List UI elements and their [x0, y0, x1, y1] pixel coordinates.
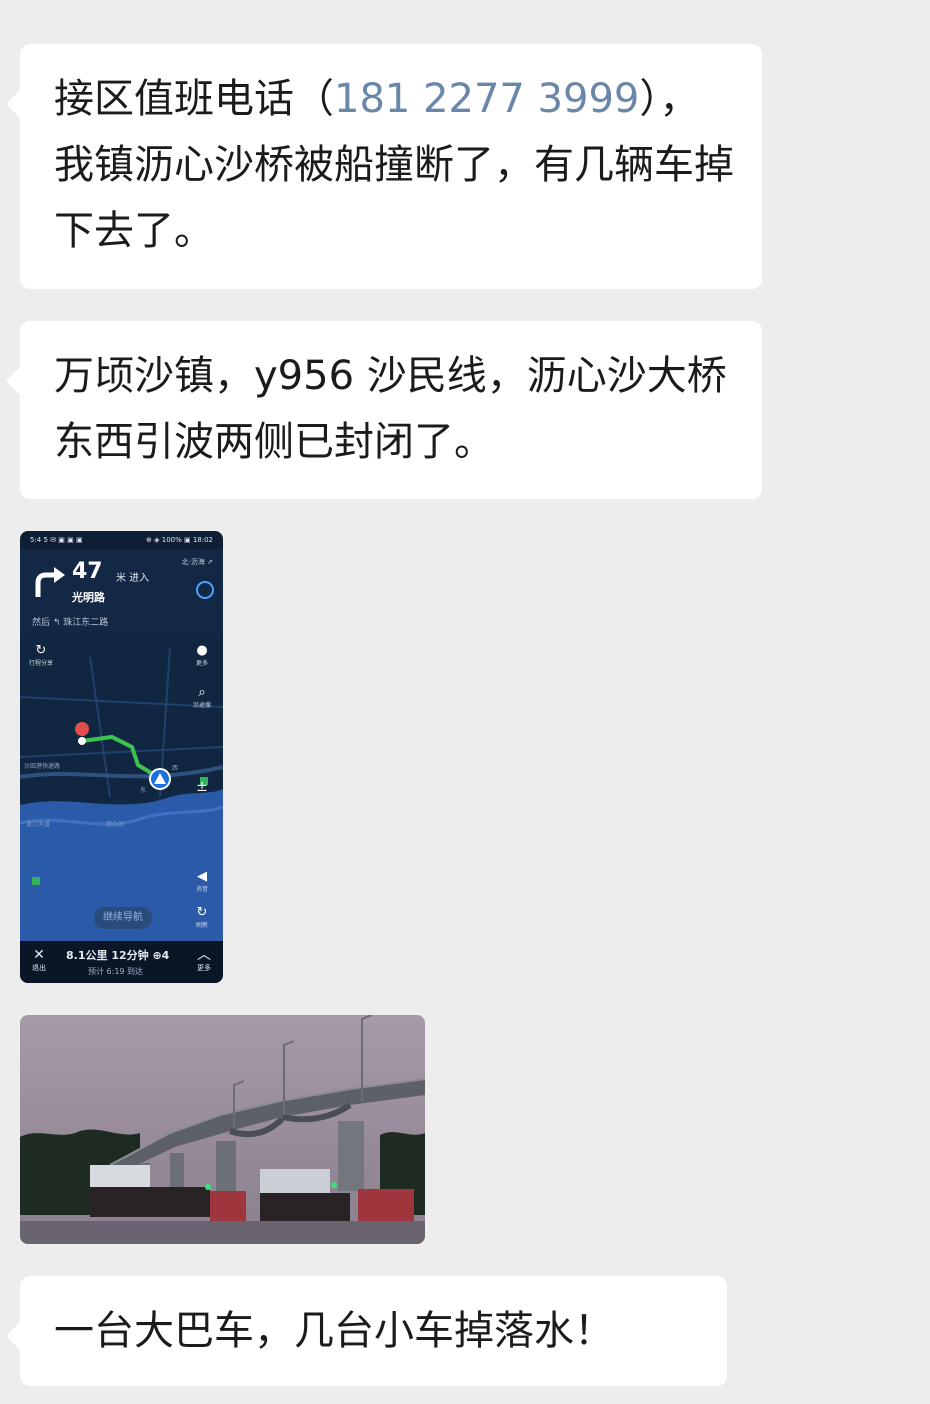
eta-text: 预计 6:19 到达: [88, 967, 144, 976]
sound-button[interactable]: ◀ 消音: [187, 869, 217, 893]
next-road: 然后 ↰ 珠江东二路: [32, 618, 109, 628]
message-bubble[interactable]: 万顷沙镇，y956 沙民线，沥心沙大桥东西引波两侧已封闭了。: [6, 321, 762, 499]
turn-right-icon: [35, 567, 65, 597]
assistant-icon: [196, 581, 214, 599]
chat-button[interactable]: ● 更多: [187, 643, 217, 667]
search-along-button[interactable]: ⌕ 沿途搜: [187, 685, 217, 709]
zoom-icon: ±: [196, 779, 208, 795]
map-label: 西: [172, 765, 179, 772]
message-text: 万顷沙镇，y956 沙民线，沥心沙大桥东西引波两侧已封闭了。: [54, 353, 727, 465]
distance-unit: 米 进入: [116, 573, 150, 584]
map-view: 沙田港快速路 龙穴大道 沥心沙 东 西 ↻ 行程分享 ● 更多 ⌕ 沿途搜 ± …: [20, 637, 223, 941]
more-button[interactable]: ︿ 更多: [193, 947, 215, 973]
map-label: 沙田港快速路: [24, 763, 61, 770]
message-text: 一台大巴车，几台小车掉落水！: [54, 1308, 614, 1354]
status-left: 5:4 5 ✉ ▣ ▣ ▣: [30, 536, 83, 544]
message-bubble[interactable]: 接区值班电话（181 2277 3999），我镇沥心沙桥被船撞断了，有几辆车掉下…: [6, 44, 762, 289]
search-icon: ⌕: [198, 685, 206, 700]
message-bubble[interactable]: 一台大巴车，几台小车掉落水！: [6, 1276, 727, 1386]
map-label: 龙穴大道: [26, 821, 51, 828]
search-along-label: 沿途搜: [192, 702, 211, 709]
share-icon: ↻: [35, 643, 47, 658]
chat-icon: ●: [196, 643, 208, 658]
map-label: 沥心沙: [106, 821, 125, 828]
chevron-up-icon: ︿: [197, 947, 211, 963]
status-bar: 5:4 5 ✉ ▣ ▣ ▣ ⊕ ◈ 100% ▣ 18:02: [20, 531, 223, 549]
bridge-photo: [20, 1015, 425, 1244]
more-label: 更多: [197, 964, 211, 972]
continue-navigation-button[interactable]: 继续导航: [94, 907, 152, 929]
nav-bottom-bar: ✕ 退出 8.1公里 12分钟 ⊕4 预计 6:19 到达 ︿ 更多: [20, 941, 223, 983]
chat-label: 更多: [195, 660, 208, 667]
share-trip-label: 行程分享: [28, 660, 53, 667]
distance-value: 47: [72, 559, 103, 584]
exit-button[interactable]: ✕ 退出: [28, 947, 50, 973]
road-name: 光明路: [72, 591, 105, 604]
phone-number-link[interactable]: 181 2277 3999: [334, 76, 639, 122]
speaker-icon: ◀: [197, 869, 207, 884]
trip-summary: 8.1公里 12分钟 ⊕4: [66, 949, 170, 962]
bridge-photo-image[interactable]: [20, 1015, 425, 1244]
share-trip-button[interactable]: ↻ 行程分享: [26, 643, 56, 667]
message-text: 接区值班电话（: [54, 76, 334, 122]
exit-label: 退出: [32, 964, 46, 972]
head-right-info: 北·沥海 ⇗: [181, 558, 213, 566]
status-right: ⊕ ◈ 100% ▣ 18:02: [146, 536, 213, 544]
refresh-label: 刷新: [195, 922, 208, 929]
refresh-button[interactable]: ↻ 刷新: [187, 905, 217, 929]
navigation-screenshot-image[interactable]: 5:4 5 ✉ ▣ ▣ ▣ ⊕ ◈ 100% ▣ 18:02 47 米 进入 光…: [20, 531, 223, 983]
refresh-icon: ↻: [196, 905, 208, 920]
sound-label: 消音: [195, 886, 208, 893]
zoom-button[interactable]: ±: [187, 779, 217, 795]
map-label: 东: [140, 787, 147, 794]
nav-instruction-panel: 47 米 进入 光明路 然后 ↰ 珠江东二路 北·沥海 ⇗: [20, 549, 223, 637]
close-icon: ✕: [33, 947, 45, 963]
